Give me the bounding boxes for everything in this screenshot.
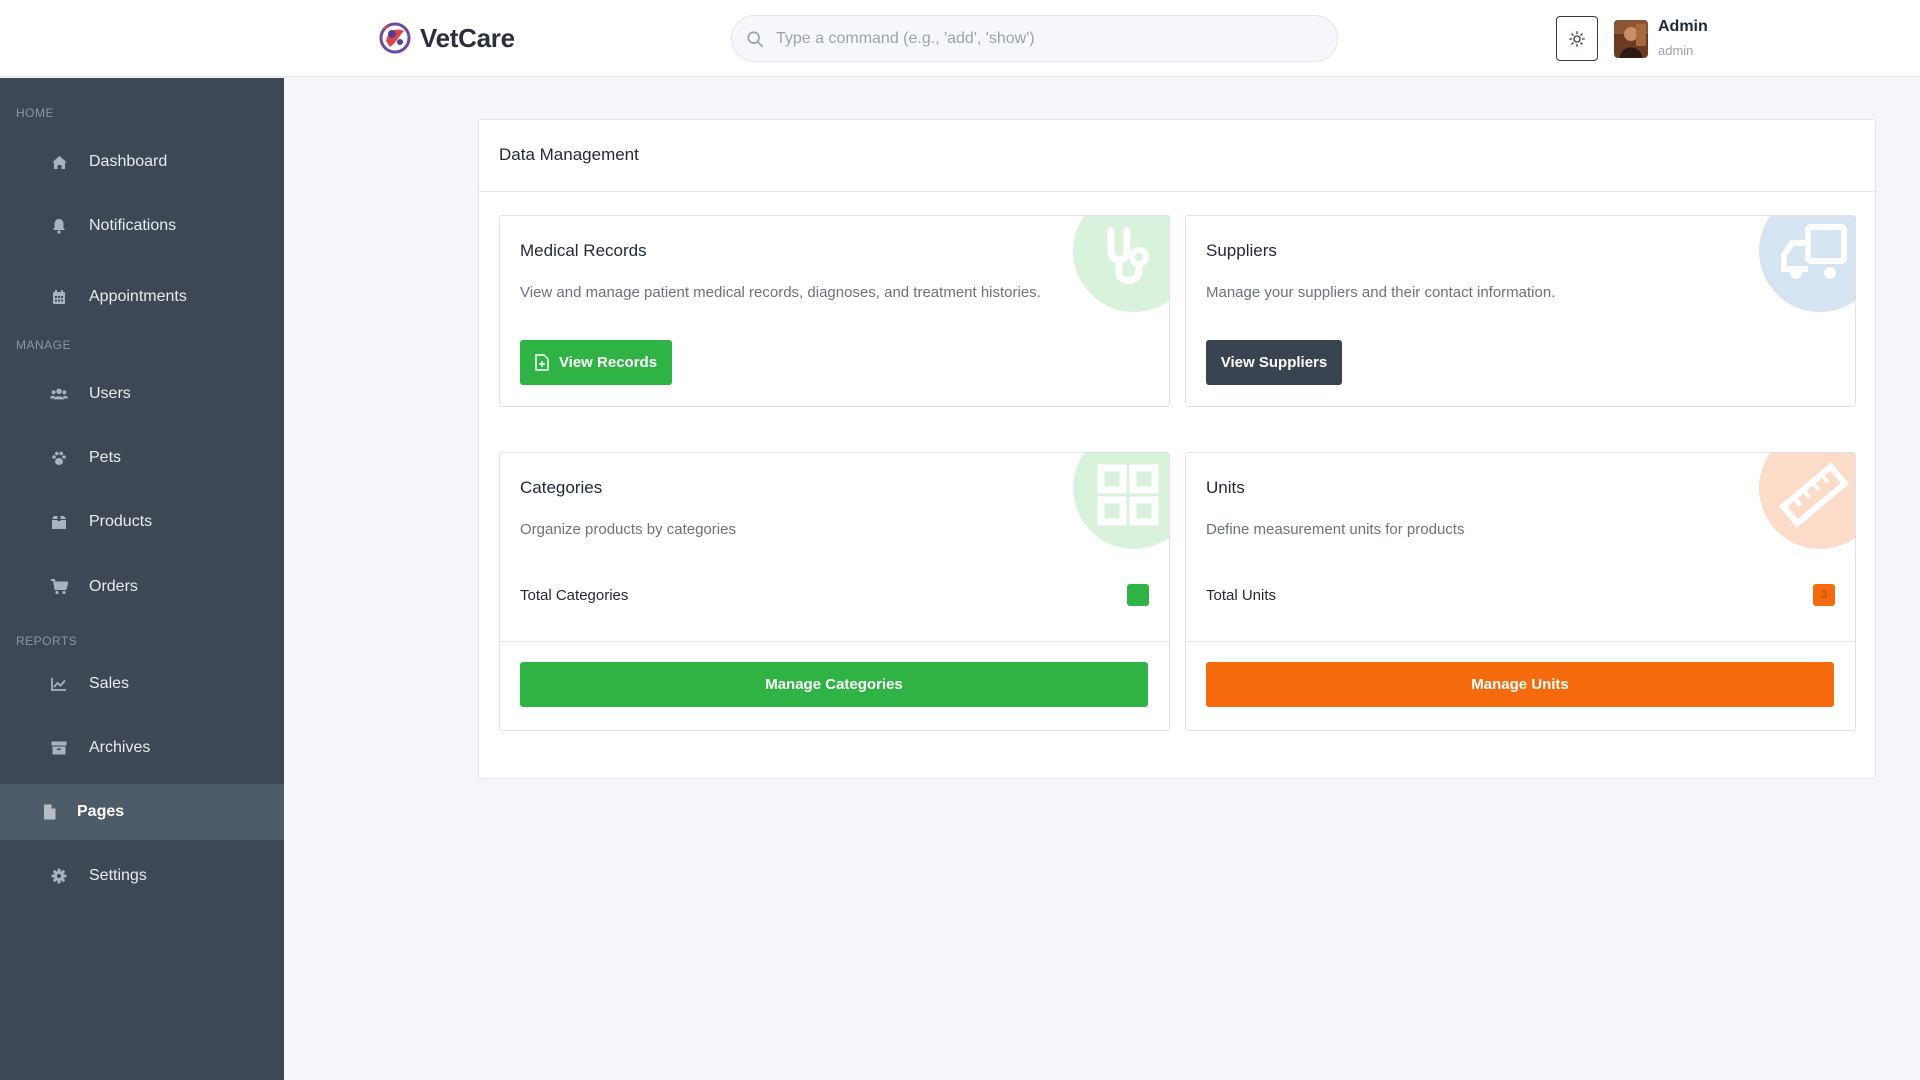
suppliers-card: Suppliers Manage your suppliers and thei… (1185, 215, 1856, 407)
sidebar-item-orders[interactable]: Orders (0, 559, 284, 615)
view-suppliers-button[interactable]: View Suppliers (1206, 340, 1342, 385)
categories-card: Categories Organize products by categori… (499, 452, 1170, 731)
sidebar-section-home: HOME (16, 106, 54, 120)
command-search-input[interactable] (776, 29, 1316, 48)
sidebar-item-products[interactable]: Products (0, 494, 284, 550)
ruler-icon (1759, 453, 1855, 549)
calendar-icon (50, 288, 68, 306)
avatar[interactable] (1614, 20, 1648, 58)
search-icon (747, 30, 764, 47)
paw-icon (50, 449, 68, 467)
card-description: View and manage patient medical records,… (520, 284, 1041, 301)
sidebar-item-label: Dashboard (89, 153, 168, 170)
sidebar-item-label: Notifications (89, 217, 177, 234)
total-units-label: Total Units (1206, 587, 1277, 604)
sidebar-section-manage: MANAGE (16, 338, 72, 352)
sidebar-item-label: Orders (89, 578, 138, 595)
units-card: Units Define measurement units for produ… (1185, 452, 1856, 731)
card-divider (500, 641, 1169, 642)
card-description: Organize products by categories (520, 521, 736, 538)
sidebar-item-label: Users (89, 385, 131, 402)
manage-units-label: Manage Units (1471, 676, 1569, 693)
card-title: Medical Records (520, 241, 647, 260)
sidebar-item-pets[interactable]: Pets (0, 430, 284, 486)
view-records-label: View Records (558, 354, 658, 371)
app-name: VetCare (420, 22, 515, 53)
chart-icon (50, 675, 68, 693)
sidebar-item-dashboard[interactable]: Dashboard (0, 134, 284, 190)
card-title: Units (1206, 478, 1245, 497)
card-title: Suppliers (1206, 241, 1277, 260)
data-management-panel: Data Management Medical Records View and… (478, 119, 1876, 779)
bell-icon (50, 217, 68, 235)
total-categories-label: Total Categories (520, 587, 629, 604)
vetcare-logo-icon (379, 22, 411, 54)
command-search[interactable] (731, 15, 1338, 62)
view-records-button[interactable]: View Records (520, 340, 672, 385)
sun-icon (1569, 30, 1585, 47)
manage-units-button[interactable]: Manage Units (1206, 662, 1834, 707)
sidebar-item-pages[interactable]: Pages (0, 784, 284, 840)
archive-icon (50, 739, 68, 757)
sidebar-item-appointments[interactable]: Appointments (0, 269, 284, 325)
truck-icon (1759, 216, 1855, 312)
users-icon (50, 385, 68, 403)
card-divider (1186, 641, 1855, 642)
total-categories-badge: 5 (1127, 584, 1149, 606)
theme-toggle-button[interactable] (1556, 16, 1598, 61)
user-name[interactable]: Admin (1658, 18, 1708, 36)
sidebar-item-label: Archives (89, 739, 151, 756)
top-header: VetCare Admin admin (0, 0, 1920, 77)
panel-header: Data Management (479, 120, 1875, 192)
avatar-image (1614, 20, 1648, 58)
card-description: Define measurement units for products (1206, 521, 1465, 538)
sidebar-item-users[interactable]: Users (0, 366, 284, 422)
sidebar-section-reports: REPORTS (16, 634, 78, 648)
card-title: Categories (520, 478, 603, 497)
sidebar-item-settings[interactable]: Settings (0, 848, 284, 904)
sidebar-item-archives[interactable]: Archives (0, 720, 284, 776)
sidebar: HOME Dashboard Notifications Appointment… (0, 78, 284, 1080)
gear-icon (50, 867, 68, 885)
cart-icon (50, 578, 68, 596)
sidebar-item-label: Appointments (89, 288, 187, 305)
file-icon (40, 803, 58, 821)
stethoscope-icon (1073, 216, 1169, 312)
medical-records-card: Medical Records View and manage patient … (499, 215, 1170, 407)
page-title: Data Management (499, 145, 639, 164)
manage-categories-button[interactable]: Manage Categories (520, 662, 1148, 707)
sidebar-item-label: Pages (77, 803, 125, 820)
manage-categories-label: Manage Categories (765, 676, 903, 693)
grid-icon (1073, 453, 1169, 549)
box-icon (50, 513, 68, 531)
sidebar-item-sales[interactable]: Sales (0, 656, 284, 712)
sidebar-item-label: Products (89, 513, 153, 530)
card-description: Manage your suppliers and their contact … (1206, 284, 1556, 301)
app-logo[interactable]: VetCare (378, 18, 515, 58)
home-icon (50, 153, 68, 171)
user-role: admin (1658, 43, 1694, 58)
sidebar-item-notifications[interactable]: Notifications (0, 198, 284, 254)
total-units-badge: 3 (1813, 584, 1835, 606)
sidebar-item-label: Pets (89, 449, 122, 466)
sidebar-item-label: Sales (89, 675, 130, 692)
file-medical-icon (535, 354, 549, 371)
sidebar-item-label: Settings (89, 867, 147, 884)
view-suppliers-label: View Suppliers (1220, 354, 1328, 371)
